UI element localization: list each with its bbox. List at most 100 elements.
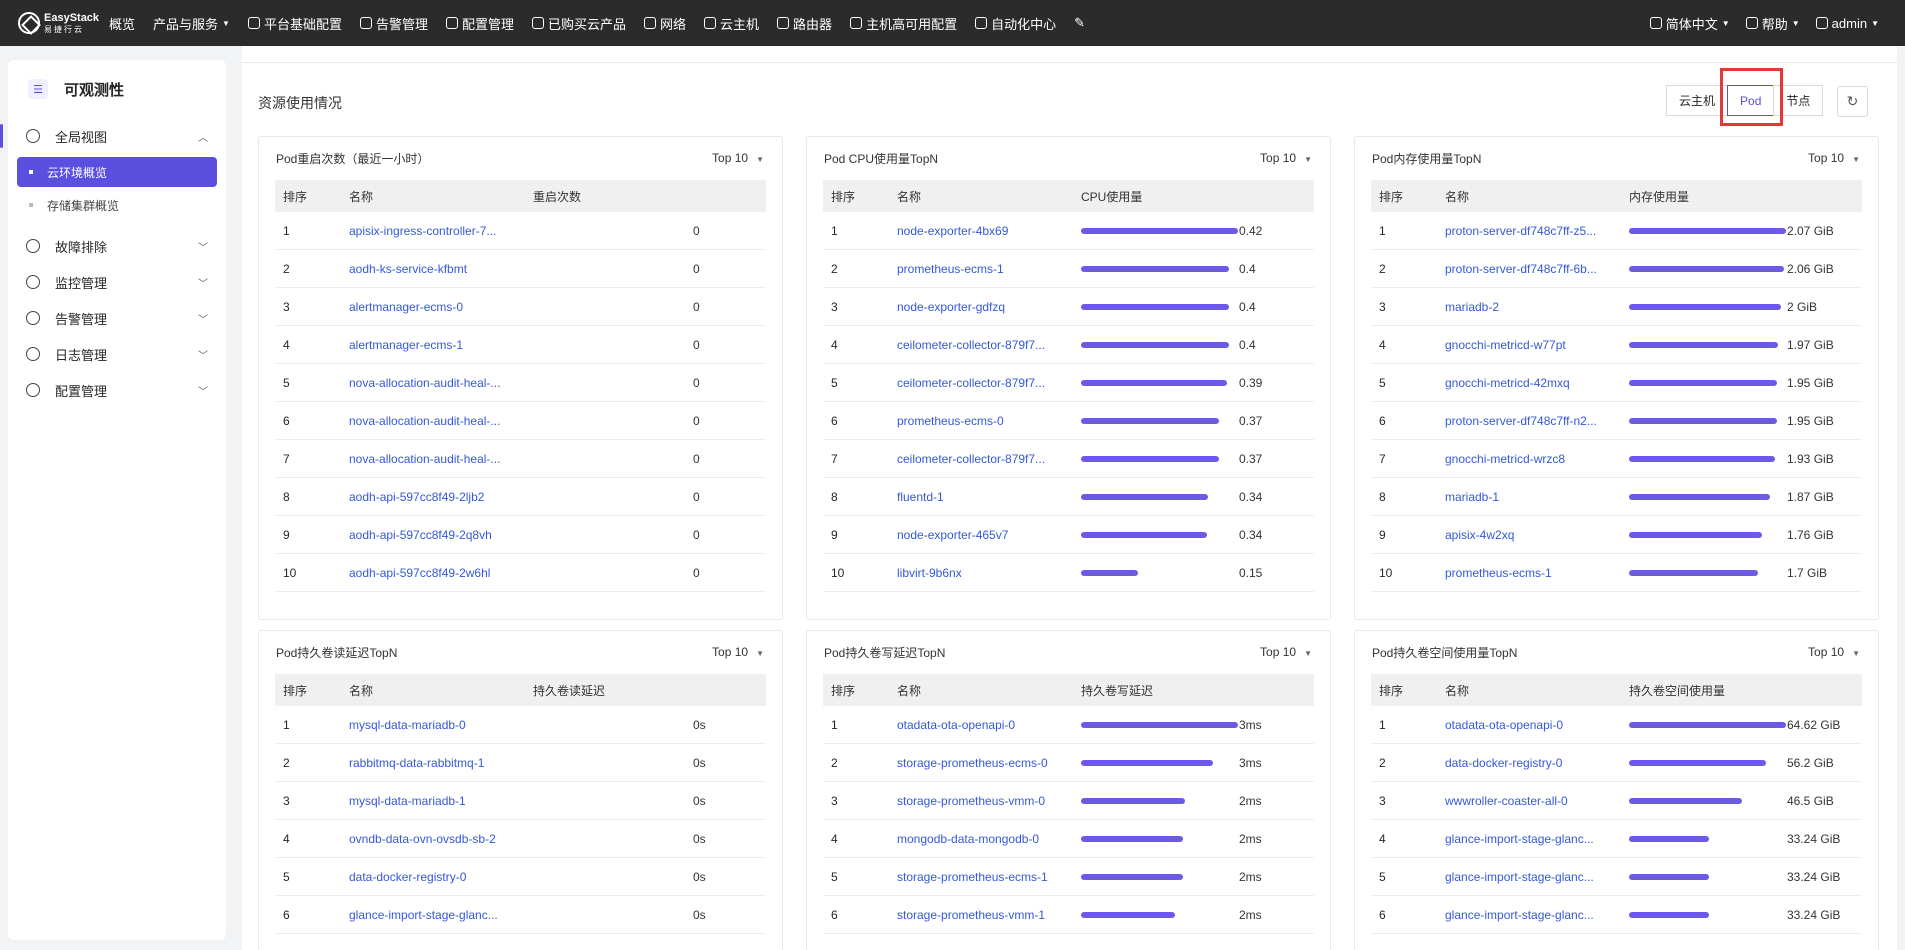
- pod-name-link[interactable]: wwwroller-coaster-all-0: [1445, 794, 1615, 808]
- tab-cloud-host[interactable]: 云主机: [1666, 85, 1729, 116]
- pin-button[interactable]: ✎: [1065, 0, 1094, 46]
- pod-name-link[interactable]: nova-allocation-audit-heal-...: [349, 376, 519, 390]
- sidebar-group-monitoring[interactable]: 监控管理 ﹀: [8, 264, 226, 300]
- row-rank: 1: [831, 223, 838, 238]
- topn-select[interactable]: Top 10 ▼: [712, 645, 764, 659]
- pod-name-link[interactable]: alertmanager-ecms-1: [349, 338, 519, 352]
- topn-select[interactable]: Top 10 ▼: [1808, 645, 1860, 659]
- col-header-rank: 排序: [283, 683, 308, 698]
- pod-name-link[interactable]: prometheus-ecms-1: [1445, 566, 1615, 580]
- pod-name-link[interactable]: data-docker-registry-0: [349, 870, 519, 884]
- nav-router[interactable]: 路由器: [768, 0, 841, 46]
- row-value: 2ms: [1239, 907, 1262, 922]
- nav-platform-config[interactable]: 平台基础配置: [239, 0, 351, 46]
- table-row: 4 ovndb-data-ovn-ovsdb-sb-2 0s: [275, 820, 766, 858]
- pod-name-link[interactable]: mariadb-2: [1445, 300, 1615, 314]
- pod-name-link[interactable]: aodh-api-597cc8f49-2w6hl: [349, 566, 519, 580]
- usage-bar: [1081, 493, 1208, 500]
- pod-name-link[interactable]: gnocchi-metricd-w77pt: [1445, 338, 1615, 352]
- refresh-button[interactable]: ↻: [1837, 86, 1868, 117]
- pod-name-link[interactable]: node-exporter-4bx69: [897, 224, 1067, 238]
- nav-network[interactable]: 网络: [635, 0, 695, 46]
- pod-name-link[interactable]: storage-prometheus-ecms-1: [897, 870, 1067, 884]
- pod-name-link[interactable]: ovndb-data-ovn-ovsdb-sb-2: [349, 832, 519, 846]
- pod-name-link[interactable]: aodh-api-597cc8f49-2q8vh: [349, 528, 519, 542]
- pod-name-link[interactable]: nova-allocation-audit-heal-...: [349, 452, 519, 466]
- chevron-down-icon: ﹀: [198, 350, 208, 362]
- nav-products[interactable]: 产品与服务 ▼: [144, 0, 239, 46]
- pod-name-link[interactable]: storage-prometheus-vmm-0: [897, 794, 1067, 808]
- chevron-down-icon: ﹀: [198, 278, 208, 290]
- sidebar-group-troubleshooting[interactable]: 故障排除 ﹀: [8, 228, 226, 264]
- topn-select[interactable]: Top 10 ▼: [712, 151, 764, 165]
- row-value-cell: 1.93 GiB: [1615, 452, 1862, 466]
- pod-name-link[interactable]: apisix-ingress-controller-7...: [349, 224, 519, 238]
- pod-name-link[interactable]: rabbitmq-data-rabbitmq-1: [349, 756, 519, 770]
- nav-automation-center-label: 自动化中心: [991, 16, 1057, 32]
- pod-name-link[interactable]: otadata-ota-openapi-0: [897, 718, 1067, 732]
- sidebar-group-global-view[interactable]: 全局视图 ︿: [0, 118, 226, 154]
- pod-name-link[interactable]: mysql-data-mariadb-1: [349, 794, 519, 808]
- pod-name-link[interactable]: mysql-data-mariadb-0: [349, 718, 519, 732]
- help-menu[interactable]: 帮助 ▼: [1738, 0, 1808, 46]
- sidebar-item-cloud-overview[interactable]: 云环境概览: [17, 157, 217, 187]
- pod-name-link[interactable]: fluentd-1: [897, 490, 1067, 504]
- easystack-logo[interactable]: EasyStack 易捷行云: [0, 12, 100, 34]
- pod-name-link[interactable]: prometheus-ecms-1: [897, 262, 1067, 276]
- pod-name-link[interactable]: aodh-api-597cc8f49-2ljb2: [349, 490, 519, 504]
- user-menu[interactable]: admin ▼: [1808, 0, 1887, 46]
- sidebar-group-config[interactable]: 配置管理 ﹀: [8, 372, 226, 408]
- pod-name-link[interactable]: ceilometer-collector-879f7...: [897, 338, 1067, 352]
- panel-table: 排序 名称 内存使用量 1 proton-server-df748c7ff-z5…: [1371, 180, 1862, 592]
- pod-name-link[interactable]: alertmanager-ecms-0: [349, 300, 519, 314]
- pod-name-link[interactable]: otadata-ota-openapi-0: [1445, 718, 1615, 732]
- pod-name-link[interactable]: proton-server-df748c7ff-6b...: [1445, 262, 1615, 276]
- pod-name-link[interactable]: node-exporter-gdfzq: [897, 300, 1067, 314]
- language-selector[interactable]: 简体中文 ▼: [1642, 0, 1738, 46]
- row-rank: 8: [1379, 489, 1386, 504]
- pod-name-link[interactable]: storage-prometheus-vmm-1: [897, 908, 1067, 922]
- row-rank: 3: [283, 299, 290, 314]
- nav-automation-center[interactable]: 自动化中心: [966, 0, 1065, 46]
- col-header-name: 名称: [349, 683, 374, 698]
- row-value: 0s: [693, 869, 706, 884]
- nav-overview[interactable]: 概览: [100, 0, 144, 46]
- pod-name-link[interactable]: libvirt-9b6nx: [897, 566, 1067, 580]
- nav-cloud-host[interactable]: 云主机: [695, 0, 768, 46]
- nav-alert-management[interactable]: 告警管理: [351, 0, 437, 46]
- row-rank: 5: [831, 869, 838, 884]
- topn-select[interactable]: Top 10 ▼: [1260, 151, 1312, 165]
- topn-select[interactable]: Top 10 ▼: [1808, 151, 1860, 165]
- pod-name-link[interactable]: glance-import-stage-glanc...: [1445, 870, 1615, 884]
- nav-config-management[interactable]: 配置管理: [437, 0, 523, 46]
- sidebar-item-label: 云环境概览: [47, 165, 108, 180]
- sidebar-group-alerts[interactable]: 告警管理 ﹀: [8, 300, 226, 336]
- pod-name-link[interactable]: prometheus-ecms-0: [897, 414, 1067, 428]
- pod-name-link[interactable]: data-docker-registry-0: [1445, 756, 1615, 770]
- pod-name-link[interactable]: aodh-ks-service-kfbmt: [349, 262, 519, 276]
- pod-name-link[interactable]: gnocchi-metricd-wrzc8: [1445, 452, 1615, 466]
- pod-name-link[interactable]: glance-import-stage-glanc...: [349, 908, 519, 922]
- pod-name-link[interactable]: mongodb-data-mongodb-0: [897, 832, 1067, 846]
- table-row: 6 proton-server-df748c7ff-n2... 1.95 GiB: [1371, 402, 1862, 440]
- pod-name-link[interactable]: mariadb-1: [1445, 490, 1615, 504]
- usage-bar: [1629, 341, 1778, 348]
- nav-purchased-products[interactable]: 已购买云产品: [523, 0, 635, 46]
- pod-name-link[interactable]: glance-import-stage-glanc...: [1445, 832, 1615, 846]
- pod-name-link[interactable]: node-exporter-465v7: [897, 528, 1067, 542]
- pod-name-link[interactable]: nova-allocation-audit-heal-...: [349, 414, 519, 428]
- nav-host-ha-config[interactable]: 主机高可用配置: [841, 0, 966, 46]
- pod-name-link[interactable]: glance-import-stage-glanc...: [1445, 908, 1615, 922]
- sidebar-item-storage-cluster-overview[interactable]: 存储集群概览: [17, 190, 217, 220]
- pod-name-link[interactable]: apisix-4w2xq: [1445, 528, 1615, 542]
- sidebar-group-logs[interactable]: 日志管理 ﹀: [8, 336, 226, 372]
- table-row: 2 prometheus-ecms-1 0.4: [823, 250, 1314, 288]
- pod-name-link[interactable]: gnocchi-metricd-42mxq: [1445, 376, 1615, 390]
- pod-name-link[interactable]: proton-server-df748c7ff-z5...: [1445, 224, 1615, 238]
- pod-name-link[interactable]: proton-server-df748c7ff-n2...: [1445, 414, 1615, 428]
- pod-name-link[interactable]: ceilometer-collector-879f7...: [897, 452, 1067, 466]
- usage-bar: [1081, 455, 1219, 462]
- pod-name-link[interactable]: storage-prometheus-ecms-0: [897, 756, 1067, 770]
- pod-name-link[interactable]: ceilometer-collector-879f7...: [897, 376, 1067, 390]
- topn-select[interactable]: Top 10 ▼: [1260, 645, 1312, 659]
